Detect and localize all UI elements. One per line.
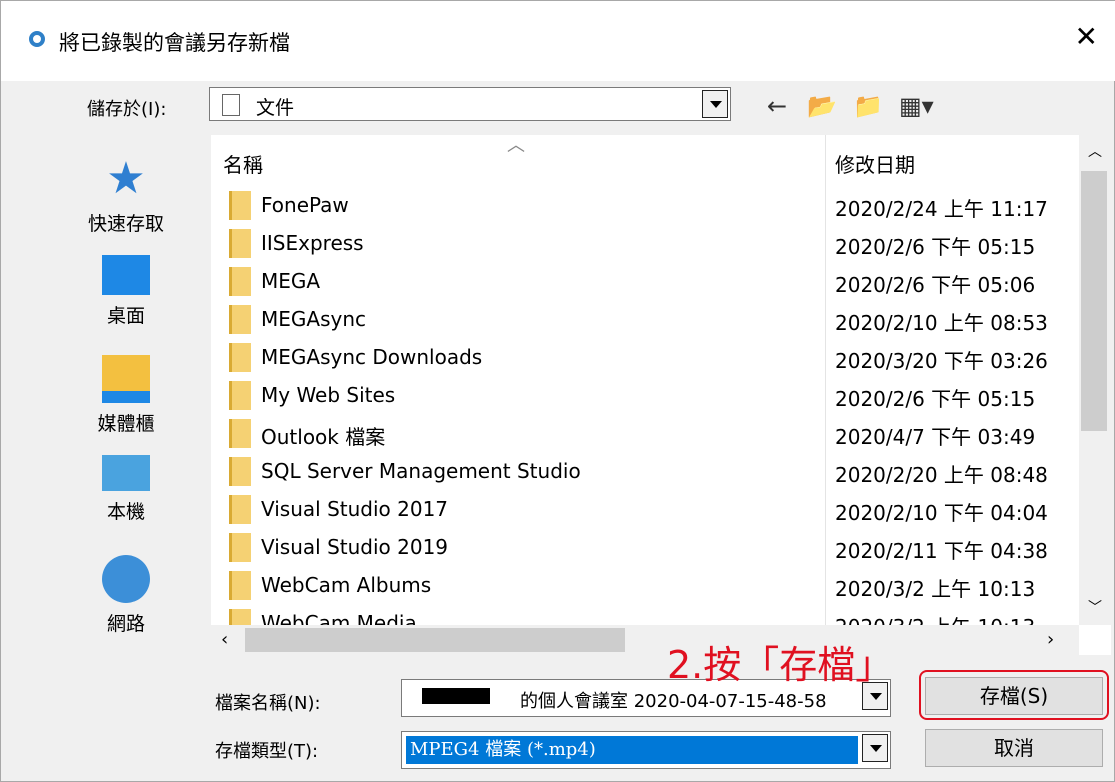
close-button[interactable]: ✕ <box>1075 21 1098 53</box>
annotation-text: 2.按「存檔」 <box>667 643 894 687</box>
document-icon <box>222 94 240 116</box>
file-name: Outlook 檔案 <box>261 425 386 449</box>
horizontal-scrollbar[interactable]: ‹ › <box>211 625 1079 655</box>
filetype-value: MPEG4 檔案 (*.mp4) <box>406 736 858 764</box>
file-name: SQL Server Management Studio <box>261 459 581 483</box>
file-name: MEGA <box>261 269 321 293</box>
save-in-value: 文件 <box>256 97 295 119</box>
file-date: 2020/2/24 上午 11:17 <box>835 197 1048 221</box>
horizontal-scroll-thumb[interactable] <box>245 628 625 652</box>
file-date: 2020/3/2 上午 10:13 <box>835 577 1036 601</box>
desktop-icon <box>102 255 150 295</box>
filename-value: 的個人會議室 2020-04-07-15-48-58 <box>520 691 827 712</box>
file-date: 2020/2/6 下午 05:15 <box>835 235 1036 259</box>
star-icon: ★ <box>106 153 146 204</box>
save-dialog: 將已錄製的會議另存新檔 ✕ 儲存於(I): 文件 ← 📂 📁 ▦▾ ★ 快速存取… <box>0 0 1115 782</box>
file-list: ︿ 名稱 修改日期 FonePaw 2020/2/24 上午 11:17 IISEx… <box>211 135 1111 655</box>
folder-icon <box>229 267 251 296</box>
place-this-pc[interactable]: 本機 <box>51 455 201 524</box>
file-name: My Web Sites <box>261 383 396 407</box>
file-name: IISExpress <box>261 231 364 255</box>
file-date: 2020/2/6 下午 05:06 <box>835 273 1036 297</box>
save-in-combo[interactable]: 文件 <box>209 87 731 121</box>
table-row[interactable]: FonePaw 2020/2/24 上午 11:17 <box>211 187 1079 224</box>
table-row[interactable]: IISExpress 2020/2/6 下午 05:15 <box>211 225 1079 262</box>
place-network[interactable]: 網路 <box>51 555 201 636</box>
redacted-block <box>422 688 490 704</box>
file-date: 2020/4/7 下午 03:49 <box>835 425 1036 449</box>
folder-icon <box>229 457 251 486</box>
folder-icon <box>229 571 251 600</box>
filetype-label: 存檔類型(T): <box>215 741 319 762</box>
library-icon <box>102 355 150 403</box>
file-name: FonePaw <box>261 193 349 217</box>
table-row[interactable]: Visual Studio 2019 2020/2/11 下午 04:38 <box>211 529 1079 566</box>
table-row[interactable]: Visual Studio 2017 2020/2/10 下午 04:04 <box>211 491 1079 528</box>
back-icon[interactable]: ← <box>767 92 787 120</box>
file-name: MEGAsync <box>261 307 366 331</box>
file-name: MEGAsync Downloads <box>261 345 483 369</box>
column-header-name[interactable]: 名稱 <box>223 149 263 178</box>
title-bar: 將已錄製的會議另存新檔 ✕ <box>1 1 1115 81</box>
folder-icon <box>229 533 251 562</box>
vertical-scrollbar[interactable]: ︿ ﹀ <box>1079 135 1111 625</box>
folder-icon <box>229 419 251 448</box>
folder-icon <box>229 191 251 220</box>
file-date: 2020/2/11 下午 04:38 <box>835 539 1048 563</box>
place-desktop[interactable]: 桌面 <box>51 255 201 328</box>
annotation-highlight <box>919 670 1109 720</box>
file-name: Visual Studio 2017 <box>261 497 449 521</box>
cancel-button[interactable]: 取消 <box>925 729 1103 767</box>
up-folder-icon[interactable]: 📂 <box>807 92 837 120</box>
folder-icon <box>229 495 251 524</box>
dialog-title: 將已錄製的會議另存新檔 <box>59 31 290 55</box>
table-row[interactable]: MEGAsync 2020/2/10 上午 08:53 <box>211 301 1079 338</box>
folder-icon <box>229 229 251 258</box>
file-date: 2020/2/20 上午 08:48 <box>835 463 1048 487</box>
computer-icon <box>102 455 150 491</box>
folder-icon <box>229 343 251 372</box>
table-row[interactable]: Outlook 檔案 2020/4/7 下午 03:49 <box>211 415 1079 452</box>
file-date: 2020/3/20 下午 03:26 <box>835 349 1048 373</box>
network-icon <box>102 555 150 603</box>
column-header-date[interactable]: 修改日期 <box>835 149 915 178</box>
place-quick-access[interactable]: ★ 快速存取 <box>51 155 201 236</box>
file-name: WebCam Albums <box>261 573 432 597</box>
chevron-down-icon[interactable] <box>862 734 888 762</box>
app-icon <box>29 31 45 47</box>
place-library[interactable]: 媒體櫃 <box>51 355 201 436</box>
table-row[interactable]: MEGA 2020/2/6 下午 05:06 <box>211 263 1079 300</box>
places-bar: ★ 快速存取 桌面 媒體櫃 本機 網路 <box>51 135 201 655</box>
sort-up-icon: ︿ <box>507 135 525 156</box>
filetype-select[interactable]: MPEG4 檔案 (*.mp4) <box>401 731 891 769</box>
filename-label: 檔案名稱(N): <box>215 693 321 714</box>
table-row[interactable]: MEGAsync Downloads 2020/3/20 下午 03:26 <box>211 339 1079 376</box>
scroll-right-icon[interactable]: › <box>1047 629 1054 650</box>
scroll-up-icon[interactable]: ︿ <box>1088 141 1102 161</box>
scroll-left-icon[interactable]: ‹ <box>221 629 228 650</box>
folder-icon <box>229 381 251 410</box>
folder-icon <box>229 305 251 334</box>
new-folder-icon[interactable]: 📁 <box>853 92 883 120</box>
file-name: Visual Studio 2019 <box>261 535 449 559</box>
table-row[interactable]: WebCam Albums 2020/3/2 上午 10:13 <box>211 567 1079 604</box>
file-date: 2020/2/10 上午 08:53 <box>835 311 1048 335</box>
save-in-label: 儲存於(I): <box>87 99 167 120</box>
scroll-down-icon[interactable]: ﹀ <box>1088 597 1102 617</box>
file-date: 2020/2/10 下午 04:04 <box>835 501 1048 525</box>
view-menu-icon[interactable]: ▦▾ <box>899 92 934 120</box>
table-row[interactable]: My Web Sites 2020/2/6 下午 05:15 <box>211 377 1079 414</box>
vertical-scroll-thumb[interactable] <box>1081 171 1107 431</box>
file-date: 2020/2/6 下午 05:15 <box>835 387 1036 411</box>
table-row[interactable]: SQL Server Management Studio 2020/2/20 上午… <box>211 453 1079 490</box>
chevron-down-icon[interactable] <box>702 90 728 118</box>
